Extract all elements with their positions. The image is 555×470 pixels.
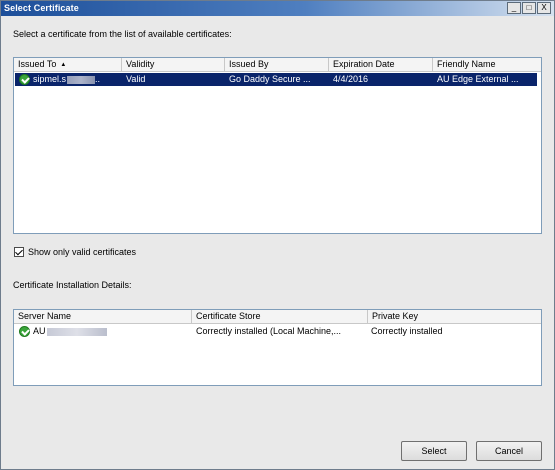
minimize-button[interactable]: _ xyxy=(507,2,521,14)
window-controls: _ □ X xyxy=(507,2,551,14)
sort-ascending-icon: ▲ xyxy=(60,62,67,68)
cell-server-name: AU xyxy=(29,325,192,338)
installation-list-header: Server Name Certificate Store Private Ke… xyxy=(14,310,541,324)
cell-expiration-date: 4/4/2016 xyxy=(333,74,369,84)
instruction-text: Select a certificate from the list of av… xyxy=(13,29,232,39)
show-valid-only-label[interactable]: Show only valid certificates xyxy=(28,247,136,257)
installation-details-list[interactable]: Server Name Certificate Store Private Ke… xyxy=(13,309,542,386)
cell-issued-by: Go Daddy Secure ... xyxy=(229,74,311,84)
cell-private-key: Correctly installed xyxy=(371,326,443,336)
maximize-button[interactable]: □ xyxy=(522,2,536,14)
column-friendly-name[interactable]: Friendly Name xyxy=(433,58,541,71)
cell-friendly-name: AU Edge External ... xyxy=(437,74,519,84)
close-button[interactable]: X xyxy=(537,2,551,14)
certificate-row[interactable]: sipmel.s.. Valid Go Daddy Secure ... 4/4… xyxy=(15,73,537,86)
certificate-list[interactable]: Issued To ▲ Validity Issued By Expiration… xyxy=(13,57,542,234)
column-server-name[interactable]: Server Name xyxy=(14,310,192,323)
cancel-button[interactable]: Cancel xyxy=(476,441,542,461)
redacted-text xyxy=(67,75,96,84)
select-certificate-dialog: Select Certificate _ □ X Select a certif… xyxy=(0,0,555,470)
title-bar[interactable]: Select Certificate _ □ X xyxy=(1,1,554,16)
column-expiration-date[interactable]: Expiration Date xyxy=(329,58,433,71)
column-issued-to[interactable]: Issued To ▲ xyxy=(14,58,122,71)
column-issued-by[interactable]: Issued By xyxy=(225,58,329,71)
column-validity[interactable]: Validity xyxy=(122,58,225,71)
cell-issued-to: sipmel.s.. xyxy=(33,74,101,84)
redacted-text xyxy=(46,327,107,336)
cell-certificate-store: Correctly installed (Local Machine,... xyxy=(196,326,342,336)
window-title: Select Certificate xyxy=(4,3,79,13)
installation-details-label: Certificate Installation Details: xyxy=(13,280,132,290)
column-certificate-store[interactable]: Certificate Store xyxy=(192,310,368,323)
installation-row[interactable]: AU Correctly installed (Local Machine,..… xyxy=(15,325,537,338)
column-private-key[interactable]: Private Key xyxy=(368,310,541,323)
certificate-list-header: Issued To ▲ Validity Issued By Expiration… xyxy=(14,58,541,72)
show-valid-only-checkbox[interactable] xyxy=(14,247,24,257)
cell-validity: Valid xyxy=(126,74,146,84)
select-button[interactable]: Select xyxy=(401,441,467,461)
